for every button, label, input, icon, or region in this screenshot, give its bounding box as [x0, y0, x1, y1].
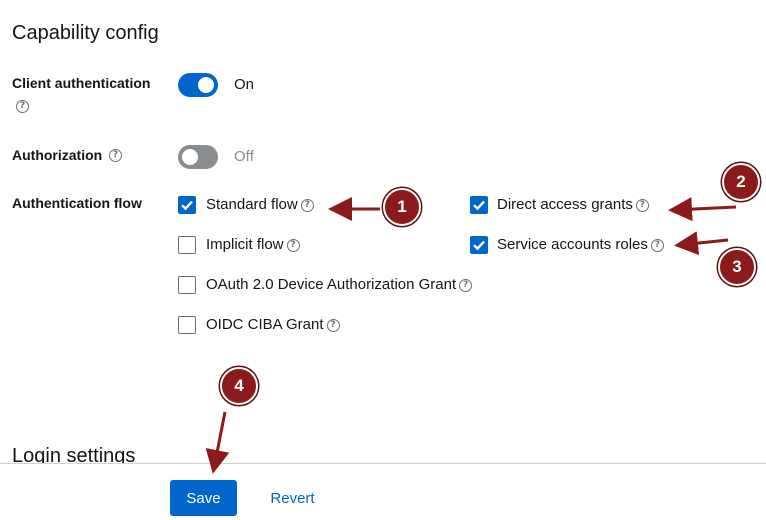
annotation-badge-3: 3: [718, 248, 756, 286]
annotation-arrows: [205, 197, 737, 474]
annotation-arrow-4: [205, 411, 230, 474]
annotation-badge-1: 1: [383, 188, 421, 226]
annotation-arrow-2: [668, 197, 737, 222]
annotation-arrow-3: [674, 231, 729, 256]
annotation-badge-4: 4: [220, 367, 258, 405]
annotation-badge-2: 2: [722, 163, 760, 201]
